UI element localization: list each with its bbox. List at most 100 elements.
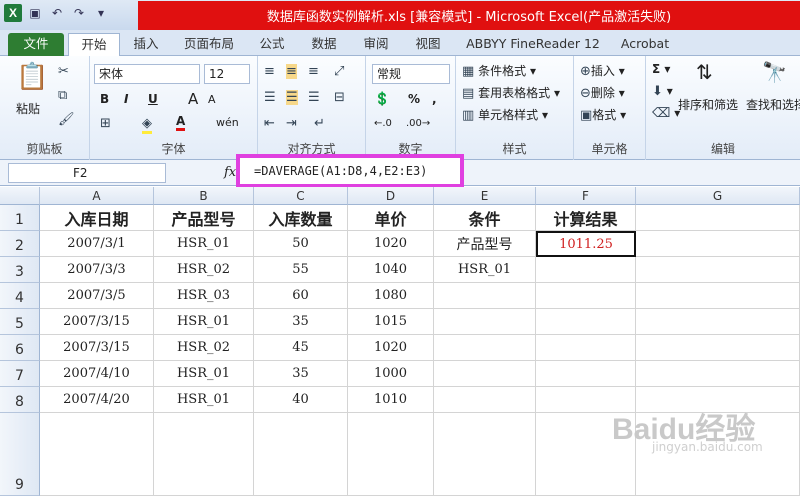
merge-center-icon[interactable]: ⊟ [334,90,345,105]
cell-f1[interactable]: 计算结果 [536,205,636,231]
cell-d6[interactable]: 1020 [348,335,434,361]
tab-insert[interactable]: 插入 [126,33,166,56]
cell-b7[interactable]: HSR_01 [154,361,254,387]
cell-d3[interactable]: 1040 [348,257,434,283]
cell-e5[interactable] [434,309,536,335]
column-header-a[interactable]: A [40,187,154,205]
name-box[interactable]: F2 [8,163,166,183]
copy-icon[interactable]: ⧉ [58,88,67,103]
paste-icon[interactable]: 📋 [16,62,48,92]
bold-button[interactable]: B [100,92,109,106]
cell-b3[interactable]: HSR_02 [154,257,254,283]
cell-f7[interactable] [536,361,636,387]
row-header[interactable]: 6 [0,335,40,361]
comma-button[interactable]: , [432,92,437,106]
cell-e7[interactable] [434,361,536,387]
customize-qat-icon[interactable]: ▾ [92,4,110,22]
borders-icon[interactable]: ⊞ [100,116,111,131]
cell-f6[interactable] [536,335,636,361]
row-header[interactable]: 9 [0,413,40,496]
fx-icon[interactable]: fx [224,165,236,180]
undo-icon[interactable]: ↶ [48,4,66,22]
column-header-f[interactable]: F [536,187,636,205]
cell-b2[interactable]: HSR_01 [154,231,254,257]
cell-a5[interactable]: 2007/3/15 [40,309,154,335]
align-top-icon[interactable]: ≡ [264,64,275,79]
fill-color-icon[interactable]: ◈ [142,116,152,134]
column-header-b[interactable]: B [154,187,254,205]
orientation-icon[interactable]: ⤢ [334,64,344,79]
cell-d4[interactable]: 1080 [348,283,434,309]
increase-indent-icon[interactable]: ⇥ [286,116,297,131]
column-header-c[interactable]: C [254,187,348,205]
decrease-indent-icon[interactable]: ⇤ [264,116,275,131]
cell-b9[interactable] [154,413,254,496]
cell-d1[interactable]: 单价 [348,205,434,231]
cell-a2[interactable]: 2007/3/1 [40,231,154,257]
cell-d9[interactable] [348,413,434,496]
cell-b1[interactable]: 产品型号 [154,205,254,231]
autosum-icon[interactable]: Σ ▾ [652,62,670,76]
cell-g4[interactable] [636,283,800,309]
cell-c3[interactable]: 55 [254,257,348,283]
cell-d8[interactable]: 1010 [348,387,434,413]
cell-e8[interactable] [434,387,536,413]
font-color-button[interactable]: A [176,114,186,131]
find-select-button[interactable]: 查找和选择 [746,96,800,113]
row-header[interactable]: 4 [0,283,40,309]
cell-e1[interactable]: 条件 [434,205,536,231]
cell-g6[interactable] [636,335,800,361]
cell-c4[interactable]: 60 [254,283,348,309]
select-all-corner[interactable] [0,187,40,205]
delete-button[interactable]: ⊖删除 ▾ [580,84,625,101]
tab-page-layout[interactable]: 页面布局 [176,33,242,56]
insert-button[interactable]: ⊕插入 ▾ [580,62,625,79]
format-as-table-button[interactable]: ▤ 套用表格格式 ▾ [462,84,560,101]
row-header[interactable]: 3 [0,257,40,283]
cell-f3[interactable] [536,257,636,283]
find-select-icon[interactable]: 🔭 [762,60,787,84]
cell-f4[interactable] [536,283,636,309]
cell-a3[interactable]: 2007/3/3 [40,257,154,283]
cell-g3[interactable] [636,257,800,283]
clear-icon[interactable]: ⌫ ▾ [652,106,680,121]
underline-button[interactable]: U [148,92,158,106]
align-right-icon[interactable]: ☰ [308,90,320,105]
excel-logo-icon[interactable]: X [4,4,22,22]
formula-input[interactable]: =DAVERAGE(A1:D8,4,E2:E3) [236,154,464,188]
tab-view[interactable]: 视图 [408,33,448,56]
column-header-g[interactable]: G [636,187,800,205]
cell-e6[interactable] [434,335,536,361]
row-header[interactable]: 1 [0,205,40,231]
cell-a9[interactable] [40,413,154,496]
cell-b4[interactable]: HSR_03 [154,283,254,309]
tab-review[interactable]: 审阅 [356,33,396,56]
cell-c9[interactable] [254,413,348,496]
currency-icon[interactable]: 💲 [374,92,390,107]
paste-button[interactable]: 粘贴 [16,100,40,117]
format-painter-icon[interactable]: 🖌 [58,112,75,127]
cell-b6[interactable]: HSR_02 [154,335,254,361]
redo-icon[interactable]: ↷ [70,4,88,22]
save-icon[interactable]: ▣ [26,4,44,22]
cell-g2[interactable] [636,231,800,257]
cell-d5[interactable]: 1015 [348,309,434,335]
tab-file[interactable]: 文件 [8,33,64,56]
cell-g1[interactable] [636,205,800,231]
cell-c1[interactable]: 入库数量 [254,205,348,231]
wrap-text-icon[interactable]: ↵ [314,116,325,131]
decrease-decimal-icon[interactable]: .00→ [406,118,430,129]
conditional-format-button[interactable]: ▦ 条件格式 ▾ [462,62,536,79]
row-header[interactable]: 8 [0,387,40,413]
cell-c7[interactable]: 35 [254,361,348,387]
increase-decimal-icon[interactable]: ←.0 [374,118,392,129]
font-name-select[interactable]: 宋体 [94,64,200,84]
row-header[interactable]: 5 [0,309,40,335]
cell-a8[interactable]: 2007/4/20 [40,387,154,413]
format-button[interactable]: ▣格式 ▾ [580,106,626,123]
cell-d7[interactable]: 1000 [348,361,434,387]
cell-d2[interactable]: 1020 [348,231,434,257]
shrink-font-button[interactable]: A [208,93,216,106]
fill-icon[interactable]: ⬇ ▾ [652,84,673,99]
cell-a6[interactable]: 2007/3/15 [40,335,154,361]
